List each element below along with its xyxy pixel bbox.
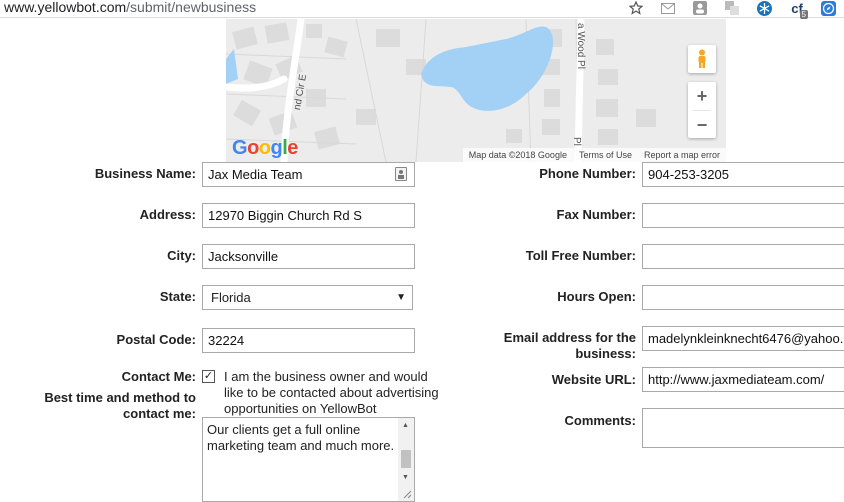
phone-number-input[interactable]: 904-253-3205 <box>642 162 844 187</box>
dropdown-arrow-icon: ▼ <box>396 292 406 303</box>
snowflake-icon[interactable] <box>756 0 772 16</box>
email-label-line1: Email address for the <box>503 330 636 345</box>
comments-label: Comments: <box>564 413 636 428</box>
map-footer: Map data ©2018 Google Terms of Use Repor… <box>462 148 726 162</box>
toll-free-number-label: Toll Free Number: <box>525 248 636 263</box>
address-bar[interactable]: www.yellowbot.com/submit/newbusiness cf … <box>0 0 844 19</box>
phone-number-label: Phone Number: <box>539 166 636 181</box>
resize-handle-icon[interactable] <box>403 490 412 499</box>
map-data-text: Map data ©2018 Google <box>468 150 567 160</box>
url-text[interactable]: www.yellowbot.com/submit/newbusiness <box>4 0 256 15</box>
extension-icon[interactable] <box>724 0 740 16</box>
business-name-label: Business Name: <box>94 166 196 181</box>
bookmark-star-icon[interactable] <box>628 0 644 16</box>
best-time-text: Our clients get a full online marketing … <box>207 422 395 453</box>
state-selected-value: Florida <box>211 290 251 305</box>
address-label: Address: <box>139 207 196 222</box>
hours-open-label: Hours Open: <box>557 289 636 304</box>
fax-number-label: Fax Number: <box>556 207 636 222</box>
google-logo[interactable]: Google <box>232 137 298 160</box>
map[interactable]: nd Cir E a Wood Pl Pl + − Google Map dat… <box>226 19 726 162</box>
contact-me-label: Contact Me: <box>121 369 196 384</box>
email-input[interactable]: madelynkleinknecht6476@yahoo.c <box>642 326 844 351</box>
contacts-icon[interactable] <box>692 0 708 16</box>
state-select[interactable]: Florida ▼ <box>202 285 413 310</box>
postal-code-label: Postal Code: <box>116 332 196 347</box>
scroll-up-icon[interactable]: ▲ <box>402 422 409 429</box>
url-path: /submit/newbusiness <box>126 0 257 15</box>
toll-free-number-input[interactable] <box>642 244 844 269</box>
textarea-scrollbar[interactable]: ▲ ▼ <box>398 418 414 501</box>
url-host: www.yellowbot.com <box>4 0 127 15</box>
scroll-thumb[interactable] <box>401 450 411 468</box>
website-url-input[interactable]: http://www.jaxmediateam.com/ <box>642 367 844 392</box>
city-input[interactable]: Jacksonville <box>202 244 415 269</box>
hours-open-input[interactable] <box>642 285 844 310</box>
best-time-label-line2: contact me: <box>123 406 196 421</box>
zoom-in-button[interactable]: + <box>688 82 716 110</box>
road-label: Pl <box>571 137 582 146</box>
email-label-line2: business: <box>575 346 636 361</box>
street-view-pegman-icon[interactable] <box>688 45 716 73</box>
scroll-down-icon[interactable]: ▼ <box>402 474 409 481</box>
map-zoom-control: + − <box>688 82 716 138</box>
address-input[interactable]: 12970 Biggin Church Rd S <box>202 203 415 228</box>
best-time-textarea[interactable]: Our clients get a full online marketing … <box>202 417 415 502</box>
city-label: City: <box>167 248 196 263</box>
best-time-label: Best time and method to contact me: <box>20 390 196 422</box>
terms-link[interactable]: Terms of Use <box>579 150 632 160</box>
cf-extension-icon[interactable]: cf 5 <box>786 0 808 19</box>
contact-me-text: I am the business owner and would like t… <box>224 369 439 416</box>
business-name-input[interactable]: Jax Media Team <box>202 162 415 187</box>
state-label: State: <box>159 289 196 304</box>
report-map-error-link[interactable]: Report a map error <box>644 150 720 160</box>
zoom-out-button[interactable]: − <box>688 111 716 139</box>
compass-icon[interactable] <box>820 0 836 16</box>
email-label: Email address for the business: <box>460 330 636 362</box>
postal-code-input[interactable]: 32224 <box>202 328 415 353</box>
best-time-label-line1: Best time and method to <box>44 390 196 405</box>
mail-icon[interactable] <box>660 0 676 16</box>
fax-number-input[interactable] <box>642 203 844 228</box>
contact-me-checkbox[interactable]: ✓ <box>202 370 215 383</box>
road-label: a Wood Pl <box>575 23 586 69</box>
website-url-label: Website URL: <box>551 372 636 387</box>
autofill-contact-icon[interactable] <box>395 167 407 181</box>
cf-badge: 5 <box>799 10 808 19</box>
comments-textarea[interactable] <box>642 408 844 448</box>
